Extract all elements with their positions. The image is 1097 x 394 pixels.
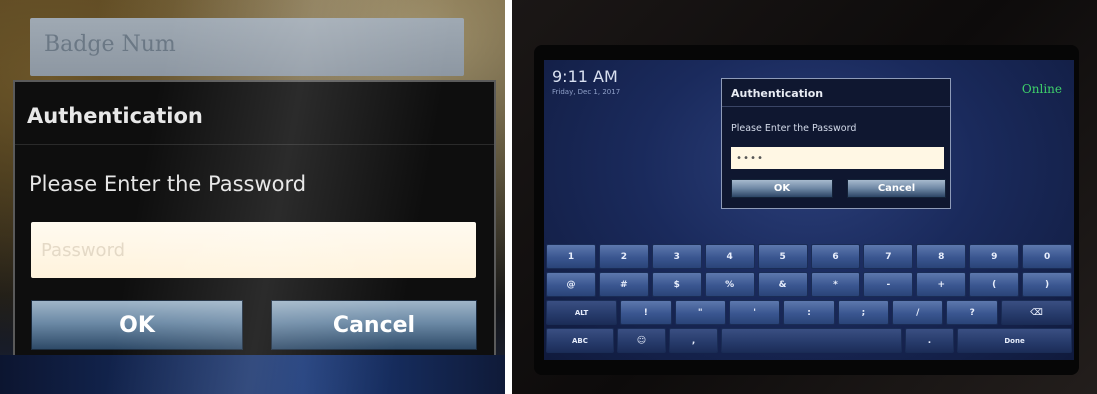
key-double-quote[interactable]: " — [674, 300, 726, 325]
password-input[interactable] — [731, 147, 944, 169]
key-slash[interactable]: / — [892, 300, 944, 325]
tablet-screen: 9:11 AM Friday, Dec 1, 2017 Online Authe… — [544, 60, 1074, 360]
key-0[interactable]: 0 — [1022, 244, 1073, 269]
key-2[interactable]: 2 — [598, 244, 649, 269]
key-space[interactable] — [721, 328, 902, 353]
clock-date: Friday, Dec 1, 2017 — [552, 88, 621, 96]
key-left-paren[interactable]: ( — [969, 272, 1020, 297]
key-1[interactable]: 1 — [546, 244, 596, 269]
cancel-button[interactable]: Cancel — [271, 300, 477, 350]
keyboard-row-numbers: 1 2 3 4 5 6 7 8 9 0 — [546, 244, 1073, 269]
key-3[interactable]: 3 — [651, 244, 702, 269]
keyboard-row-symbols: @ # $ % & * - + ( ) — [546, 272, 1073, 297]
dialog-title: Authentication — [731, 87, 824, 100]
dialog-title-divider — [722, 106, 950, 107]
password-prompt: Please Enter the Password — [731, 123, 857, 134]
ok-button[interactable]: OK — [731, 179, 833, 198]
badge-number-placeholder: Badge Num — [44, 32, 176, 57]
key-single-quote[interactable]: ' — [728, 300, 781, 325]
key-abc[interactable]: ABC — [546, 328, 614, 353]
key-4[interactable]: 4 — [704, 244, 755, 269]
key-6[interactable]: 6 — [810, 244, 861, 269]
password-input[interactable] — [31, 222, 476, 278]
ok-button[interactable]: OK — [31, 300, 243, 350]
key-hash[interactable]: # — [598, 272, 649, 297]
right-photo-panel: 9:11 AM Friday, Dec 1, 2017 Online Authe… — [512, 0, 1097, 394]
key-9[interactable]: 9 — [969, 244, 1020, 269]
cancel-button[interactable]: Cancel — [847, 179, 946, 198]
key-done[interactable]: Done — [957, 328, 1073, 353]
key-7[interactable]: 7 — [863, 244, 914, 269]
password-prompt: Please Enter the Password — [29, 172, 307, 196]
on-screen-keyboard: 1 2 3 4 5 6 7 8 9 0 @ # $ % & * - + () … — [546, 244, 1073, 356]
emoji-icon[interactable]: ☺ — [616, 328, 666, 353]
key-asterisk[interactable]: * — [810, 272, 861, 297]
key-question[interactable]: ? — [946, 300, 998, 325]
connection-status: Online — [1021, 82, 1062, 96]
authentication-dialog: Authentication Please Enter the Password… — [721, 78, 951, 209]
key-percent[interactable]: % — [704, 272, 755, 297]
keyboard-row-bottom: ABC ☺ , . Done — [546, 328, 1073, 353]
key-comma[interactable]: , — [668, 328, 719, 353]
dialog-title: Authentication — [27, 104, 203, 128]
key-semicolon[interactable]: ; — [837, 300, 890, 325]
key-alt[interactable]: ALT — [546, 300, 618, 325]
key-minus[interactable]: - — [863, 272, 914, 297]
clock-time: 9:11 AM — [552, 67, 618, 86]
key-5[interactable]: 5 — [757, 244, 808, 269]
key-at[interactable]: @ — [546, 272, 596, 297]
key-plus[interactable]: + — [916, 272, 967, 297]
authentication-dialog: Authentication Please Enter the Password… — [13, 80, 496, 370]
key-dollar[interactable]: $ — [651, 272, 702, 297]
dialog-title-divider — [15, 144, 494, 145]
key-ampersand[interactable]: & — [757, 272, 808, 297]
key-exclamation[interactable]: ! — [620, 300, 672, 325]
key-8[interactable]: 8 — [916, 244, 967, 269]
keyboard-row-punctuation: ALT ! " ' : ; / ? ⌫ — [546, 300, 1073, 325]
badge-number-field[interactable]: Badge Num — [30, 18, 464, 76]
key-right-paren[interactable]: ) — [1022, 272, 1073, 297]
tablet-device: 9:11 AM Friday, Dec 1, 2017 Online Authe… — [534, 45, 1079, 375]
left-photo-panel: Badge Num Authentication Please Enter th… — [0, 0, 505, 394]
key-colon[interactable]: : — [783, 300, 835, 325]
backspace-icon[interactable]: ⌫ — [1000, 300, 1073, 325]
key-period[interactable]: . — [904, 328, 955, 353]
desktop-background-strip — [0, 355, 505, 394]
